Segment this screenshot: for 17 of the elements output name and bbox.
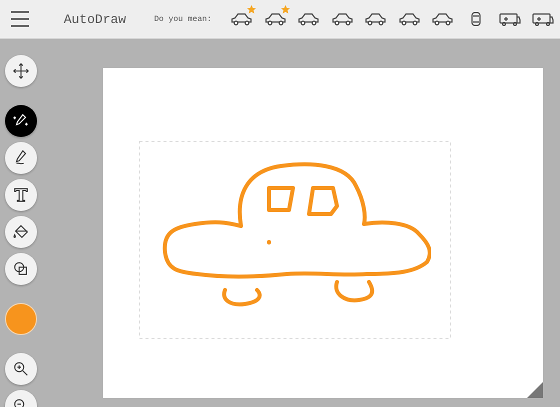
zoom-in-icon — [12, 360, 30, 378]
suggestion-label: Do you mean: — [154, 14, 212, 24]
move-icon — [12, 62, 30, 80]
type-tool-button[interactable] — [5, 179, 37, 211]
autodraw-tool-button[interactable] — [5, 105, 37, 137]
draw-tool-button[interactable] — [5, 142, 37, 174]
menu-button[interactable] — [11, 11, 29, 27]
shapes-icon — [12, 260, 30, 278]
text-icon — [12, 186, 30, 204]
move-tool-button[interactable] — [5, 55, 37, 87]
color-swatch[interactable] — [5, 303, 37, 335]
app-title: AutoDraw — [64, 12, 126, 26]
fill-tool-button[interactable] — [5, 216, 37, 248]
paint-bucket-icon — [12, 223, 30, 241]
shape-tool-button[interactable] — [5, 253, 37, 285]
page-curl-icon — [527, 382, 543, 398]
zoom-in-tool-button[interactable] — [5, 353, 37, 385]
